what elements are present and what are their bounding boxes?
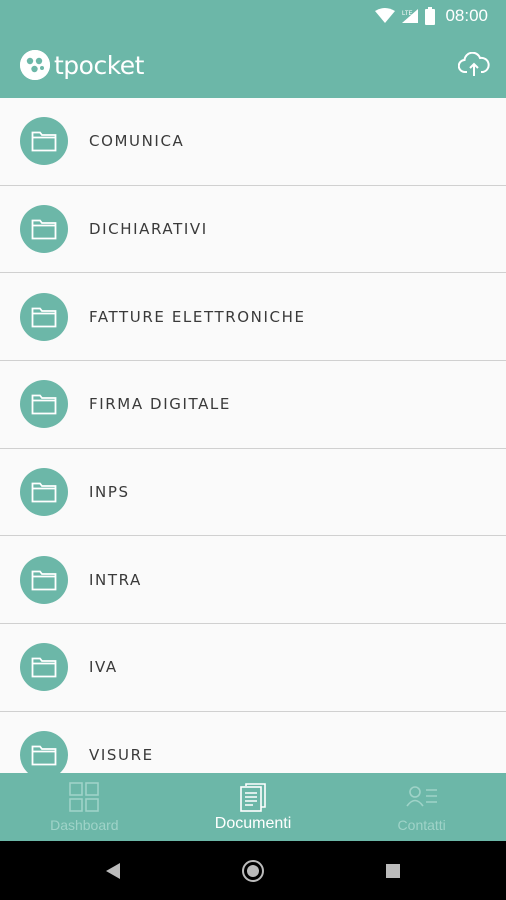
folder-icon <box>31 658 57 678</box>
folder-item-dichiarativi[interactable]: DICHIARATIVI <box>0 185 506 274</box>
folder-item-comunica[interactable]: COMUNICA <box>0 98 506 186</box>
dashboard-grid-icon <box>69 782 100 812</box>
folder-label: FATTURE ELETTRONICHE <box>89 307 306 326</box>
logo-mark-icon <box>20 50 50 80</box>
nav-label-contatti: Contatti <box>397 817 446 833</box>
cloud-upload-button[interactable] <box>456 47 492 83</box>
folder-icon <box>31 482 57 503</box>
folder-item-inps[interactable]: INPS <box>0 448 506 537</box>
folder-avatar <box>20 117 68 166</box>
cloud-upload-icon <box>458 52 490 76</box>
folder-item-fatture-elettroniche[interactable]: FATTURE ELETTRONICHE <box>0 273 506 362</box>
system-navigation-bar <box>0 841 506 900</box>
folder-avatar <box>20 205 68 254</box>
logo-text: tpocket <box>54 50 144 80</box>
folder-label: IVA <box>89 658 118 677</box>
folder-item-iva[interactable]: IVA <box>0 624 506 712</box>
folder-label: FIRMA DIGITALE <box>89 395 231 414</box>
home-button[interactable] <box>183 859 323 883</box>
app-bar: tpocket <box>0 32 506 98</box>
folder-label: COMUNICA <box>89 132 185 151</box>
contacts-icon <box>406 786 437 807</box>
back-icon <box>106 862 120 879</box>
folder-list[interactable]: COMUNICA DICHIARATIVI FATTURE ELETTRONIC… <box>0 98 506 773</box>
status-time: 08:00 <box>445 6 488 25</box>
nav-label-documenti: Documenti <box>214 815 292 832</box>
folder-label: DICHIARATIVI <box>89 220 208 239</box>
status-bar: LTE 08:00 <box>0 0 506 32</box>
folder-avatar <box>20 468 68 517</box>
folder-label: VISURE <box>89 746 154 765</box>
folder-icon <box>31 745 57 766</box>
back-button[interactable] <box>43 862 183 880</box>
nav-label-dashboard: Dashboard <box>50 817 119 833</box>
folder-icon <box>31 570 57 591</box>
signal-icon: LTE <box>402 9 419 23</box>
battery-icon <box>425 7 436 25</box>
recents-button[interactable] <box>323 863 463 879</box>
bottom-navigation: Dashboard Documenti Contatti <box>0 773 506 841</box>
folder-label: INPS <box>89 483 130 502</box>
folder-item-intra[interactable]: INTRA <box>0 536 506 625</box>
folder-icon <box>31 131 57 152</box>
wifi-icon <box>375 8 396 23</box>
nav-item-dashboard[interactable]: Dashboard <box>0 773 169 841</box>
documents-icon <box>240 783 266 812</box>
folder-avatar <box>20 380 68 429</box>
folder-icon <box>31 395 57 415</box>
folder-item-visure[interactable]: VISURE <box>0 711 506 773</box>
folder-avatar <box>20 643 68 692</box>
home-icon <box>242 859 264 882</box>
folder-icon <box>31 219 57 240</box>
folder-item-firma-digitale[interactable]: FIRMA DIGITALE <box>0 361 506 449</box>
network-type: LTE <box>402 11 413 17</box>
folder-avatar <box>20 292 68 341</box>
app-logo: tpocket <box>20 50 144 80</box>
folder-icon <box>31 307 57 328</box>
folder-label: INTRA <box>89 570 142 589</box>
folder-avatar <box>20 731 68 773</box>
folder-avatar <box>20 555 68 604</box>
recents-icon <box>386 863 400 878</box>
nav-item-contatti[interactable]: Contatti <box>337 773 506 841</box>
nav-item-documenti[interactable]: Documenti <box>169 773 338 841</box>
